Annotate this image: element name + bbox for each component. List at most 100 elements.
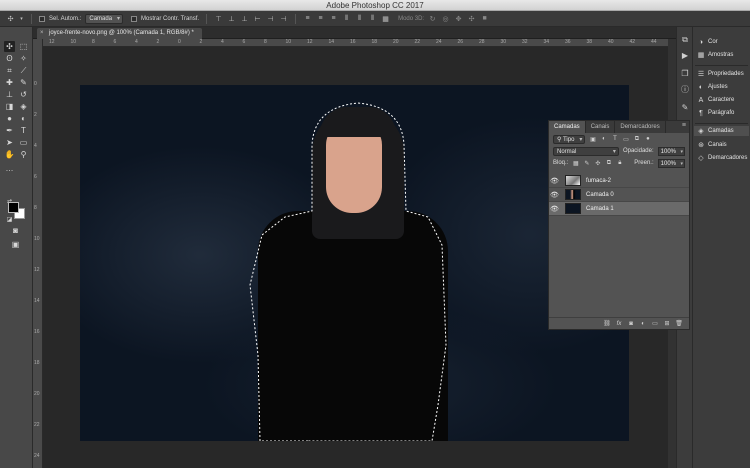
move-tool-icon[interactable]: ✣ (4, 41, 15, 52)
horizontal-ruler[interactable]: 12 10 8 6 4 2 0 2 4 6 8 10 12 14 16 18 20 22 24 26 28 30 32 34 3… (43, 39, 668, 47)
rotate-3d-icon: ↻ (429, 15, 436, 23)
lock-transparency-icon[interactable]: ▦ (572, 160, 579, 167)
chevron-down-icon[interactable]: ▾ (19, 16, 24, 22)
quick-mask-icon[interactable]: ◙ (10, 225, 21, 236)
lock-artboard-icon[interactable]: ⧉ (605, 160, 612, 167)
history-brush-tool-icon[interactable]: ↺ (18, 89, 29, 100)
foreground-color-swatch[interactable] (8, 202, 19, 213)
new-layer-icon[interactable]: ⊞ (663, 320, 671, 327)
tab-layers[interactable]: Camadas (549, 121, 586, 133)
blur-tool-icon[interactable]: ● (4, 113, 15, 124)
align-top-icon[interactable]: ⊤ (214, 15, 223, 23)
filter-shape-icon[interactable]: ▭ (622, 136, 629, 143)
align-right-icon[interactable]: ⊣ (279, 15, 288, 23)
more-tools-icon[interactable]: … (4, 163, 15, 174)
auto-select-checkbox[interactable] (39, 15, 45, 22)
delete-layer-icon[interactable]: 🗑︎ (675, 320, 683, 327)
layer-filter-dropdown[interactable]: ⚲ Tipo (553, 134, 586, 144)
filter-type-icon[interactable]: T (611, 136, 618, 142)
layer-style-icon[interactable]: fx (615, 321, 623, 327)
actions-play-icon[interactable]: ▶ (680, 51, 690, 61)
panel-adjustments[interactable]: ◐ Ajustes (697, 82, 728, 92)
selection-marquee[interactable] (80, 85, 629, 441)
align-vcenter-icon[interactable]: ⊥ (227, 15, 236, 23)
panel-character[interactable]: A Caractere (697, 95, 735, 105)
dodge-tool-icon[interactable]: ◐ (18, 113, 29, 124)
distribute-right-icon[interactable]: ⦀ (368, 15, 377, 23)
blend-mode-dropdown[interactable]: Normal (553, 146, 619, 156)
ruler-tick-label: 24 (34, 453, 40, 459)
panel-layers[interactable]: ◈ Camadas (694, 126, 749, 136)
path-selection-tool-icon[interactable]: ➤ (4, 137, 15, 148)
layer-row[interactable]: 👁︎ Camada 0 (549, 188, 689, 202)
lasso-tool-icon[interactable]: ʘ (4, 53, 15, 64)
zoom-tool-icon[interactable]: ⚲ (18, 149, 29, 160)
healing-brush-tool-icon[interactable]: ✚ (4, 77, 15, 88)
rectangle-tool-icon[interactable]: ▭ (18, 137, 29, 148)
brushes-icon[interactable]: ✎ (680, 103, 690, 113)
filter-adjustment-icon[interactable]: ◐ (600, 136, 607, 142)
vertical-ruler[interactable]: 0 2 4 6 8 10 12 14 16 18 20 22 24 (33, 39, 43, 468)
align-hcenter-icon[interactable]: ⊣ (266, 15, 275, 23)
eyedropper-tool-icon[interactable]: ⟋ (18, 65, 29, 76)
visibility-eye-icon[interactable]: 👁︎ (549, 191, 560, 199)
lock-pixels-icon[interactable]: ✎ (583, 160, 590, 167)
align-left-icon[interactable]: ⊢ (253, 15, 262, 23)
filter-toggle-icon[interactable]: ● (644, 136, 651, 142)
ruler-tick-label: 34 (543, 39, 550, 45)
paths-icon: ◇ (698, 155, 704, 162)
tab-channels[interactable]: Canais (586, 121, 616, 133)
hand-tool-icon[interactable]: ✋ (4, 149, 15, 160)
layer-row[interactable]: 👁︎ Camada 1 (549, 202, 689, 216)
filter-pixel-icon[interactable]: ▣ (589, 136, 596, 143)
lock-all-icon[interactable]: 🔒︎ (616, 160, 623, 167)
brush-tool-icon[interactable]: ✎ (18, 77, 29, 88)
move-tool-icon[interactable]: ✣ (6, 15, 15, 23)
link-layers-icon[interactable]: ⛓︎ (603, 320, 611, 327)
opacity-input[interactable]: 100% (657, 146, 685, 156)
magic-wand-tool-icon[interactable]: ✧ (18, 53, 29, 64)
visibility-eye-icon[interactable]: 👁︎ (549, 177, 560, 185)
document-canvas[interactable] (80, 85, 629, 441)
auto-align-icon[interactable]: ▦ (381, 15, 390, 23)
fill-input[interactable]: 100% (657, 158, 685, 168)
tab-paths[interactable]: Demarcadores (615, 121, 666, 133)
distribute-left-icon[interactable]: ⦀ (342, 15, 351, 23)
panel-properties[interactable]: ☰ Propriedades (697, 69, 744, 79)
distribute-top-icon[interactable]: ≡ (303, 15, 312, 22)
document-tab[interactable]: × joyce-frente-novo.png @ 100% (Camada 1… (37, 28, 202, 39)
libraries-icon[interactable]: ❐ (680, 69, 690, 79)
panel-color[interactable]: ◑ Cor (697, 37, 718, 47)
panel-paragraph[interactable]: ¶ Parágrafo (697, 108, 734, 118)
panel-paths[interactable]: ◇ Demarcadores (697, 153, 747, 163)
panel-menu-icon[interactable]: ≡ (682, 122, 686, 129)
distribute-vcenter-icon[interactable]: ≡ (316, 15, 325, 22)
add-mask-icon[interactable]: ◙ (627, 321, 635, 327)
paint-bucket-tool-icon[interactable]: ◈ (18, 101, 29, 112)
close-icon[interactable]: × (40, 28, 44, 39)
type-tool-icon[interactable]: T (18, 125, 29, 136)
panel-swatches[interactable]: ▦ Amostras (697, 50, 734, 60)
new-adjustment-icon[interactable]: ◐ (639, 321, 647, 327)
panel-channels[interactable]: ⊛ Canais (697, 140, 727, 150)
filter-smart-object-icon[interactable]: ⧉ (633, 136, 640, 143)
distribute-hcenter-icon[interactable]: ⦀ (355, 15, 364, 23)
history-icon[interactable]: ⧉ (680, 35, 690, 45)
info-icon[interactable]: ⓘ (680, 85, 690, 95)
marquee-tool-icon[interactable]: ⬚ (18, 41, 29, 52)
crop-tool-icon[interactable]: ⌗ (4, 65, 15, 76)
clone-stamp-tool-icon[interactable]: ⊥ (4, 89, 15, 100)
pen-tool-icon[interactable]: ✒ (4, 125, 15, 136)
lock-position-icon[interactable]: ✣ (594, 160, 601, 167)
auto-select-dropdown[interactable]: Camada (85, 13, 124, 24)
align-bottom-icon[interactable]: ⊥ (240, 15, 249, 23)
layer-row[interactable]: 👁︎ fumaca-2 (549, 174, 689, 188)
layer-name: Camada 0 (586, 191, 614, 198)
new-group-icon[interactable]: ▭ (651, 320, 659, 327)
distribute-bottom-icon[interactable]: ≡ (329, 15, 338, 22)
transform-controls-checkbox[interactable] (131, 15, 138, 22)
ruler-tick-label: 10 (285, 39, 292, 45)
visibility-eye-icon[interactable]: 👁︎ (549, 205, 560, 213)
screen-mode-icon[interactable]: ▣ (10, 239, 21, 250)
eraser-tool-icon[interactable]: ◨ (4, 101, 15, 112)
